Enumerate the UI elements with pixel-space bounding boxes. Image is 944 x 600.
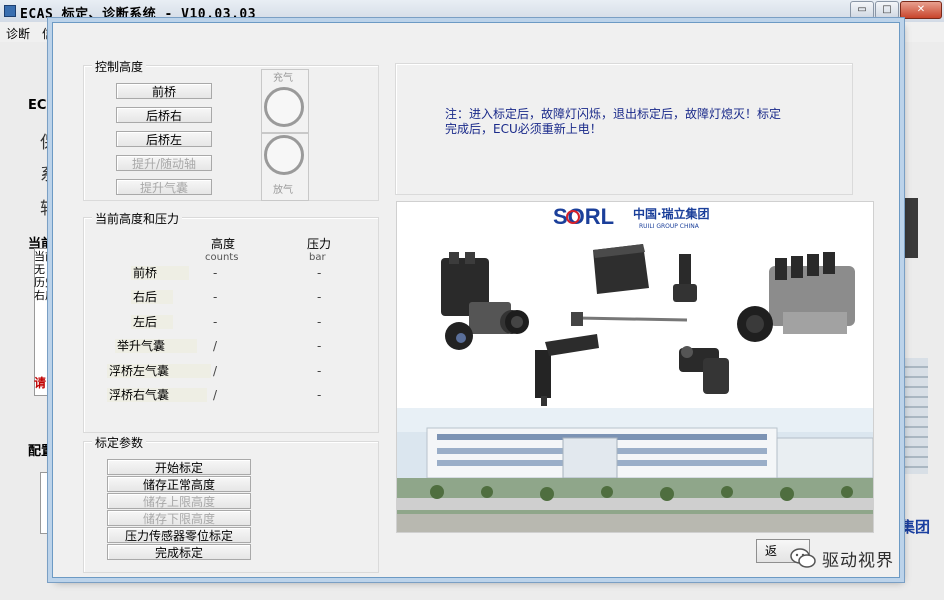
deflate-label: 放气: [273, 185, 293, 196]
calibration-dialog: 控制高度 前桥 后桥右 后桥左 提升/随动轴 提升气囊 充气 放气 注：进入标定…: [52, 22, 900, 578]
store-lower-limit-button[interactable]: 储存下限高度: [107, 510, 251, 526]
lift-airbag-button[interactable]: 提升气囊: [116, 179, 212, 195]
angle-sensor-product: [535, 334, 599, 406]
rear-axle-left-button[interactable]: 后桥左: [116, 131, 212, 147]
height-value-front-axle: -: [213, 266, 218, 280]
window-title: ECAS 标定、诊断系统 - V10.03.03: [20, 7, 257, 22]
valve-block-product: [737, 252, 855, 342]
front-axle-button[interactable]: 前桥: [116, 83, 212, 99]
lift-tag-axle-button[interactable]: 提升/随动轴: [116, 155, 212, 171]
pressure-sensor-zero-button[interactable]: 压力传感器零位标定: [107, 527, 251, 543]
start-calibration-button[interactable]: 开始标定: [107, 459, 251, 475]
pressure-value-rear-right: -: [317, 290, 322, 304]
pressure-value-float-left-airbag: -: [317, 364, 322, 378]
restore-button[interactable]: □: [875, 1, 899, 19]
pressure-value-float-right-airbag: -: [317, 388, 322, 402]
control-height-title: 控制高度: [92, 58, 147, 75]
ruili-cn-text: 中国·瑞立集团: [633, 206, 710, 221]
calibration-title: 标定参数: [92, 434, 147, 451]
deflate-indicator: [264, 135, 304, 175]
menu-diagnose[interactable]: 诊断: [6, 25, 30, 42]
factory-photo: [397, 408, 873, 532]
rear-axle-right-button[interactable]: 后桥右: [116, 107, 212, 123]
height-unit: counts: [205, 252, 239, 263]
watermark: 驱动视界: [790, 544, 894, 572]
height-value-rear-right: -: [213, 290, 218, 304]
group-text: 集团: [900, 518, 931, 536]
row-label-rear-right: 右后: [131, 290, 173, 304]
current-state-title: 当前高度和压力: [92, 210, 183, 227]
parent-image-fragment: [898, 198, 918, 258]
wechat-icon: [790, 548, 816, 568]
note-line-1: 注：进入标定后，故障灯闪烁，退出标定后，故障灯熄灭！标定: [445, 107, 782, 121]
row-label-rear-left: 左后: [131, 315, 173, 329]
note-line-2: 完成后，ECU必须重新上电！: [445, 122, 602, 136]
product-photo: SORL 中国·瑞立集团 RUILI GROUP CHINA: [396, 201, 874, 533]
row-label-front-axle: 前桥: [131, 266, 189, 280]
ecas-valve-product: [441, 252, 524, 350]
height-value-float-right-airbag: /: [213, 388, 218, 402]
row-label-float-left-airbag: 浮桥左气囊: [107, 364, 211, 378]
inflate-indicator: [264, 87, 304, 127]
warning-text: 请: [34, 376, 47, 390]
minimize-button[interactable]: ▭: [850, 1, 874, 19]
row-label-lift-airbag: 举升气囊: [115, 339, 197, 353]
pressure-value-lift-airbag: -: [317, 339, 322, 353]
height-value-lift-airbag: /: [213, 339, 218, 353]
height-column-header: 高度: [211, 237, 236, 251]
config-label: 配置: [28, 444, 55, 459]
calibration-note: 注：进入标定后，故障灯闪烁，退出标定后，故障灯熄灭！标定 完成后，ECU必须重新…: [445, 107, 781, 137]
inflate-label: 充气: [273, 73, 293, 84]
pressure-value-rear-left: -: [317, 315, 322, 329]
close-button[interactable]: ✕: [900, 1, 942, 19]
sorl-logo-text: SORL: [553, 204, 614, 229]
store-normal-height-button[interactable]: 储存正常高度: [107, 476, 251, 492]
finish-calibration-button[interactable]: 完成标定: [107, 544, 251, 560]
parent-photo-fragment: [898, 358, 928, 474]
row-label-float-right-airbag: 浮桥右气囊: [107, 388, 207, 402]
watermark-text: 驱动视界: [822, 550, 894, 571]
pressure-value-front-axle: -: [317, 266, 322, 280]
ruili-en-text: RUILI GROUP CHINA: [639, 223, 700, 230]
height-value-float-left-airbag: /: [213, 364, 218, 378]
connector-product: [505, 310, 529, 334]
height-value-rear-left: -: [213, 315, 218, 329]
product-photo-graphic: SORL 中国·瑞立集团 RUILI GROUP CHINA: [397, 204, 873, 532]
store-upper-limit-button[interactable]: 储存上限高度: [107, 493, 251, 509]
ecu-module-product: [593, 244, 649, 294]
title-bar: ECAS 标定、诊断系统 - V10.03.03 ▭ □ ✕: [0, 0, 944, 23]
app-icon: [4, 5, 16, 17]
sorl-logo: SORL 中国·瑞立集团 RUILI GROUP CHINA: [553, 204, 710, 230]
level-sensor-product: [679, 346, 729, 394]
pressure-column-header: 压力: [307, 237, 332, 251]
pressure-unit: bar: [309, 252, 326, 263]
